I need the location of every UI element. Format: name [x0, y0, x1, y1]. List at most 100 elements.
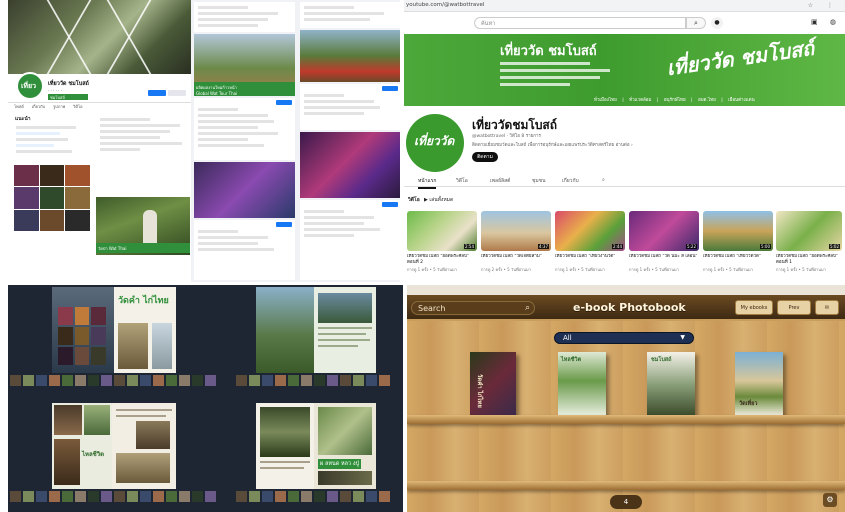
flipbook-thumbnail[interactable] [88, 491, 99, 502]
youtube-video-card[interactable]: 5:22 เที่ยววัดชมโบสถ์ "วัด นมะ ลี เลือน"… [629, 211, 699, 273]
bookshelf-page-indicator[interactable]: 4 [610, 495, 642, 509]
flipbook-thumbnail[interactable] [205, 375, 216, 386]
youtube-tab-about[interactable]: เกี่ยวกับ [562, 177, 579, 185]
flipbook-spread[interactable] [256, 287, 376, 373]
flipbook-thumbnail[interactable] [353, 491, 364, 502]
flipbook-thumbnail[interactable] [179, 375, 190, 386]
flipbook-thumbnail[interactable] [275, 491, 286, 502]
youtube-video-card[interactable]: 4:37 เที่ยววัดชมโบสถ์ "วัดเจดีย์สาม" การ… [481, 211, 551, 273]
flipbook-thumbnail[interactable] [288, 375, 299, 386]
flipbook-thumbnail[interactable] [236, 491, 247, 502]
youtube-video-title[interactable]: เที่ยววัดชมโบสถ์ "วัดเจดีย์สาม" [481, 254, 551, 266]
fb-post-image[interactable]: ผลิตผลงานใหม่ก้าวหน้า Global Wat Tour Th… [194, 34, 295, 96]
ebook-cover[interactable]: วัดคำ ไก่ไทย [470, 352, 516, 416]
youtube-video-thumbnail[interactable]: 4:37 [481, 211, 551, 251]
flipbook-thumbnail[interactable] [262, 491, 273, 502]
youtube-video-title[interactable]: เที่ยววัดชมโบสถ์ "เที่ยวงานวัด" [555, 254, 625, 266]
flipbook-thumbnail[interactable] [249, 375, 260, 386]
flipbook-thumbnail[interactable] [153, 375, 164, 386]
flipbook-thumbnail[interactable] [327, 375, 338, 386]
bookshelf-settings-icon[interactable]: ⚙ [823, 493, 837, 507]
flipbook-thumbnail[interactable] [275, 375, 286, 386]
flipbook-thumbnail[interactable] [366, 375, 377, 386]
flipbook-thumbnail[interactable] [166, 491, 177, 502]
youtube-video-title[interactable]: เที่ยววัดชมโบสถ์ "ยอดพระศิลป์" ตอนที่ 1 [776, 254, 842, 266]
youtube-video-thumbnail[interactable]: 5:00 [703, 211, 773, 251]
flipbook-thumbnail[interactable] [353, 375, 364, 386]
flipbook-thumbnail[interactable] [314, 491, 325, 502]
microphone-icon[interactable]: ● [711, 17, 723, 29]
flipbook-thumbnail[interactable] [114, 491, 125, 502]
flipbook-thumbnail[interactable] [62, 491, 73, 502]
flipbook-thumbnail[interactable] [140, 375, 151, 386]
flipbook-thumbnail[interactable] [101, 375, 112, 386]
browser-toolbar-icons[interactable]: ☆ ⋮ [808, 2, 839, 9]
bookshelf-search-input[interactable]: Search ⌕ [411, 301, 535, 315]
flipbook-thumbnail[interactable] [301, 491, 312, 502]
flipbook-thumbnail[interactable] [23, 375, 34, 386]
youtube-tab-community[interactable]: ชุมชน [532, 177, 546, 185]
youtube-video-thumbnail[interactable]: 2:44 [555, 211, 625, 251]
bookshelf-share-icon[interactable]: ✉ [815, 300, 839, 315]
bookshelf-prev-button[interactable]: Prev [777, 300, 811, 315]
flipbook-thumbnail[interactable] [49, 491, 60, 502]
youtube-tab-home[interactable]: หน้าแรก [418, 177, 437, 189]
flipbook-thumbnail[interactable] [179, 491, 190, 502]
fb-message-button[interactable] [168, 90, 186, 96]
flipbook-thumbnail[interactable] [127, 491, 138, 502]
youtube-video-title[interactable]: เที่ยววัดชมโบสถ์ "ยอดพระศิลป์" ตอนที่ 2 [407, 254, 477, 266]
flipbook-thumbnail[interactable] [114, 375, 125, 386]
ebook-cover[interactable]: ไหลชีวิต [558, 352, 606, 416]
fb-photo-grid[interactable] [14, 165, 90, 231]
flipbook-spread[interactable]: วัดคำ ไก่ไทย [52, 287, 176, 373]
youtube-play-all-button[interactable]: ▶ เล่นทั้งหมด [424, 196, 453, 204]
youtube-search-input[interactable]: ค้นหา [474, 17, 686, 29]
fb-post-image[interactable] [300, 30, 400, 82]
flipbook-thumbnail[interactable] [10, 491, 21, 502]
search-icon[interactable]: ⌕ [525, 303, 530, 313]
flipbook-thumbnail[interactable] [301, 375, 312, 386]
flipbook-thumbnail[interactable] [327, 491, 338, 502]
fb-post-image[interactable] [300, 132, 400, 198]
flipbook-thumbnail[interactable] [75, 491, 86, 502]
bookshelf-category-select[interactable]: All ▼ [554, 332, 694, 344]
flipbook-spread[interactable]: ไหลชีวิต [52, 403, 176, 489]
flipbook-thumbnail[interactable] [36, 491, 47, 502]
youtube-video-title[interactable]: เที่ยววัดชมโบสถ์ "เที่ยววัดวัด" [703, 254, 773, 266]
flipbook-thumbnail-strip[interactable] [10, 375, 220, 387]
flipbook-thumbnail[interactable] [192, 375, 203, 386]
flipbook-thumbnail[interactable] [314, 375, 325, 386]
youtube-tab-playlists[interactable]: เพลย์ลิสต์ [490, 177, 510, 185]
flipbook-thumbnail[interactable] [249, 491, 260, 502]
flipbook-thumbnail[interactable] [101, 491, 112, 502]
youtube-video-thumbnail[interactable]: 2:54 [407, 211, 477, 251]
youtube-video-card[interactable]: 5:02 เที่ยววัดชมโบสถ์ "ยอดพระศิลป์" ตอนท… [776, 211, 842, 273]
fb-follow-button[interactable] [148, 90, 166, 96]
youtube-tab-videos[interactable]: วิดีโอ [456, 177, 468, 185]
youtube-video-title[interactable]: เที่ยววัดชมโบสถ์ "วัด นมะ ลี เลือน" [629, 254, 699, 266]
flipbook-thumbnail[interactable] [236, 375, 247, 386]
flipbook-thumbnail[interactable] [366, 491, 377, 502]
flipbook-thumbnail[interactable] [36, 375, 47, 386]
youtube-video-card[interactable]: 2:44 เที่ยววัดชมโบสถ์ "เที่ยวงานวัด" การ… [555, 211, 625, 273]
fb-tab-posts[interactable]: โพสต์ [14, 103, 24, 111]
flipbook-thumbnail[interactable] [127, 375, 138, 386]
ebook-cover[interactable]: วัดเที่ยว [735, 352, 783, 416]
youtube-channel-avatar[interactable]: เที่ยววัด [406, 114, 464, 172]
browser-url[interactable]: youtube.com/@watbottravel [406, 2, 484, 8]
flipbook-thumbnail-strip[interactable] [236, 491, 396, 503]
flipbook-thumbnail[interactable] [88, 375, 99, 386]
fb-action-button[interactable] [276, 100, 292, 105]
bookshelf-my-ebooks-button[interactable]: My ebooks [735, 300, 773, 315]
flipbook-thumbnail[interactable] [340, 491, 351, 502]
flipbook-thumbnail[interactable] [23, 491, 34, 502]
flipbook-thumbnail[interactable] [62, 375, 73, 386]
youtube-video-card[interactable]: 5:00 เที่ยววัดชมโบสถ์ "เที่ยววัดวัด" การ… [703, 211, 773, 273]
flipbook-thumbnail[interactable] [166, 375, 177, 386]
flipbook-thumbnail[interactable] [192, 491, 203, 502]
flipbook-thumbnail[interactable] [379, 491, 390, 502]
flipbook-thumbnail[interactable] [205, 491, 216, 502]
fb-tab-about[interactable]: เกี่ยวกับ [32, 103, 45, 111]
search-icon[interactable]: ⌕ [602, 177, 605, 183]
flipbook-thumbnail-strip[interactable] [236, 375, 396, 387]
